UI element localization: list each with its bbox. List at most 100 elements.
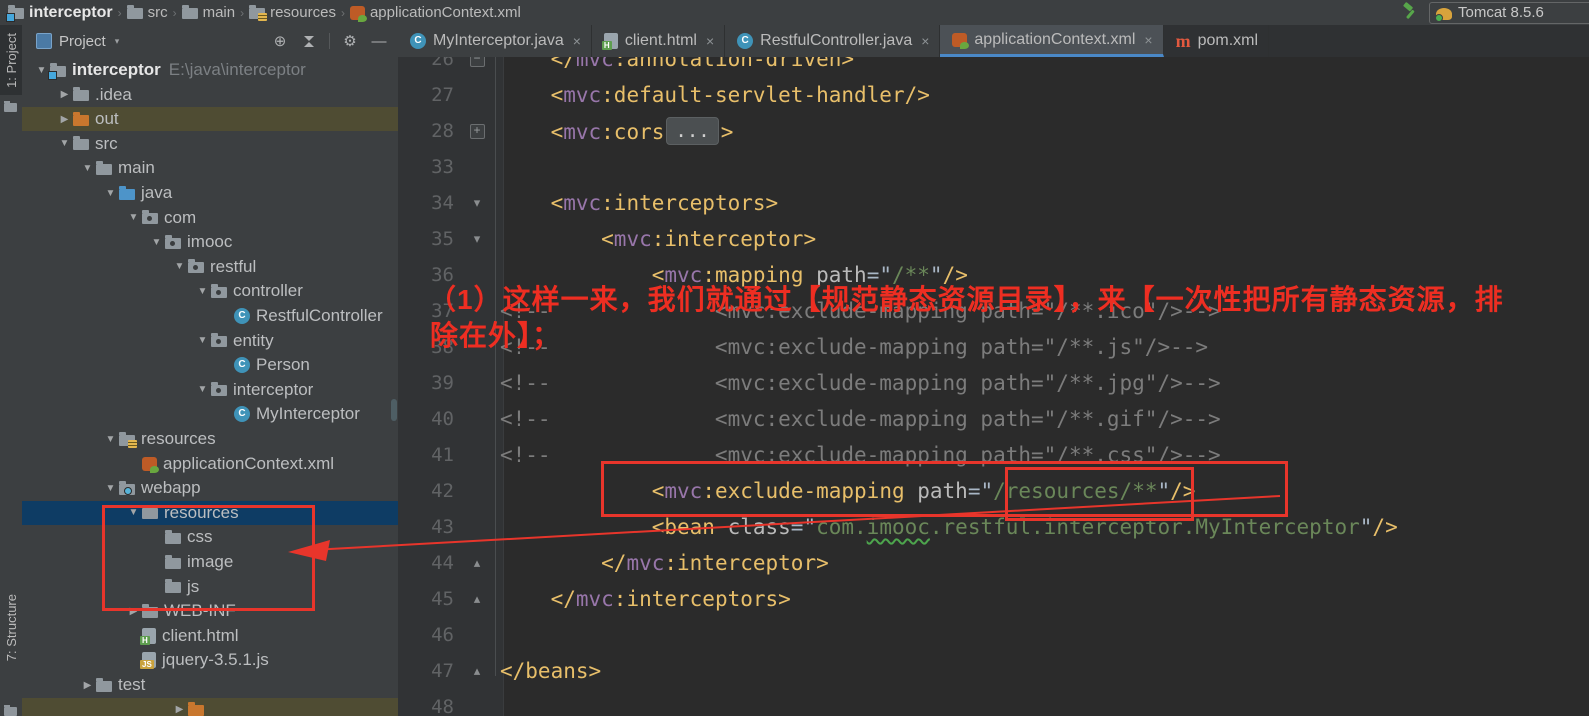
close-icon[interactable]: × <box>921 33 929 49</box>
code-line-44[interactable]: 44 ▴ </mvc:interceptor> <box>398 545 1589 581</box>
fold-marker-icon[interactable]: ▴ <box>454 555 500 571</box>
tree-item-com[interactable]: ▼ com <box>22 206 398 230</box>
tree-item-restful[interactable]: ▼ restful <box>22 255 398 279</box>
tab-applicationcontext-xml[interactable]: applicationContext.xml × <box>940 25 1164 57</box>
chevron-collapsed-icon[interactable]: ▶ <box>125 606 142 617</box>
fold-marker-icon[interactable]: ▾ <box>454 195 500 211</box>
tree-item-webapp[interactable]: ▼ webapp <box>22 476 398 500</box>
tab-restfulcontroller-java[interactable]: C RestfulController.java × <box>725 25 941 57</box>
tree-item-person[interactable]: C Person <box>22 353 398 377</box>
code-line-34[interactable]: 34 ▾ <mvc:interceptors> <box>398 185 1589 221</box>
breadcrumb-item-main[interactable]: main <box>181 4 235 21</box>
fold-plus-icon[interactable]: + <box>469 123 485 139</box>
build-hammer-icon[interactable] <box>1401 1 1419 24</box>
fold-marker-icon[interactable]: ▴ <box>454 591 500 607</box>
chevron-expanded-icon[interactable]: ▼ <box>125 507 142 518</box>
tree-item-imooc[interactable]: ▼ imooc <box>22 230 398 254</box>
fold-down-icon[interactable]: ▾ <box>474 195 481 211</box>
chevron-expanded-icon[interactable]: ▼ <box>194 286 211 297</box>
folded-region[interactable]: ... <box>666 117 719 145</box>
tab-client-html[interactable]: client.html × <box>592 25 726 57</box>
hide-panel-icon[interactable]: — <box>368 33 390 50</box>
code-line-47[interactable]: 47 ▴ </beans> <box>398 653 1589 689</box>
tab-myinterceptor-java[interactable]: C MyInterceptor.java × <box>398 25 592 57</box>
close-icon[interactable]: × <box>573 33 581 49</box>
chevron-expanded-icon[interactable]: ▼ <box>79 163 96 174</box>
code-line-46[interactable]: 46 <box>398 617 1589 653</box>
tree-item-client-html[interactable]: client.html <box>22 624 398 648</box>
chevron-down-icon[interactable]: ▾ <box>115 36 120 47</box>
fold-marker-icon[interactable]: ▴ <box>454 663 500 679</box>
collapse-all-icon[interactable] <box>298 35 320 47</box>
code-line-43[interactable]: 43 <bean class="com.imooc.restful.interc… <box>398 509 1589 545</box>
tree-item-resources[interactable]: ▼ resources <box>22 427 398 451</box>
chevron-collapsed-icon[interactable]: ▶ <box>79 680 96 691</box>
tree-item-myinterceptor[interactable]: C MyInterceptor <box>22 402 398 426</box>
code-line-28[interactable]: 28 + <mvc:cors... > <box>398 113 1589 149</box>
breadcrumb-item-applicationcontext-xml[interactable]: applicationContext.xml <box>349 4 521 22</box>
tree-item-js[interactable]: js <box>22 575 398 599</box>
code-line-27[interactable]: 27 <mvc:default-servlet-handler/> <box>398 77 1589 113</box>
code-line-41[interactable]: 41 <!-- <mvc:exclude-mapping path="/**.cs… <box>398 437 1589 473</box>
fold-up-icon[interactable]: ▴ <box>474 663 481 679</box>
fold-marker-icon[interactable]: − <box>454 57 500 67</box>
chevron-collapsed-icon[interactable]: ▶ <box>56 89 73 100</box>
fold-marker-icon[interactable]: + <box>454 123 500 139</box>
tree-item-web-inf[interactable]: ▶ WEB-INF <box>22 599 398 623</box>
code-line-39[interactable]: 39 <!-- <mvc:exclude-mapping path="/**.jp… <box>398 365 1589 401</box>
toolwindow-button-structure[interactable]: 7: Structure <box>0 573 22 683</box>
fold-up-icon[interactable]: ▴ <box>474 591 481 607</box>
chevron-expanded-icon[interactable]: ▼ <box>194 335 211 346</box>
tree-item-java[interactable]: ▼ java <box>22 181 398 205</box>
fold-minus-icon[interactable]: − <box>469 57 485 67</box>
code-line-42[interactable]: 42 <mvc:exclude-mapping path="/resources… <box>398 473 1589 509</box>
chevron-expanded-icon[interactable]: ▼ <box>102 483 119 494</box>
code-line-45[interactable]: 45 ▴ </mvc:interceptors> <box>398 581 1589 617</box>
breadcrumb-item-resources[interactable]: resources <box>249 4 336 21</box>
tab-pom-xml[interactable]: m pom.xml <box>1163 25 1270 57</box>
fold-up-icon[interactable]: ▴ <box>474 555 481 571</box>
code-line-36[interactable]: 36 <mvc:mapping path="/**"/> <box>398 257 1589 293</box>
code-editor[interactable]: 26− </mvc:annotation-driven> 27 <mvc:defa… <box>398 57 1589 716</box>
breadcrumb-item-interceptor[interactable]: interceptor <box>6 4 113 22</box>
tree-item-main[interactable]: ▼ main <box>22 156 398 180</box>
chevron-expanded-icon[interactable]: ▼ <box>56 138 73 149</box>
breadcrumb-item-src[interactable]: src <box>126 4 168 21</box>
chevron-collapsed-icon[interactable]: ▶ <box>56 114 73 125</box>
locate-file-icon[interactable]: ⊕ <box>269 32 291 50</box>
run-configuration-select[interactable]: Tomcat 8.5.6 <box>1429 1 1589 24</box>
tree-item-image[interactable]: image <box>22 550 398 574</box>
tree-item-restfulcontroller[interactable]: C RestfulController <box>22 304 398 328</box>
tree-item-resources[interactable]: ▼ resources <box>22 500 398 525</box>
tree-item-jquery-3-5-1-js[interactable]: jquery-3.5.1.js <box>22 648 398 672</box>
close-icon[interactable]: × <box>706 33 714 49</box>
gear-icon[interactable]: ⚙ <box>339 32 361 50</box>
code-line-26[interactable]: 26 − </mvc:annotation-driven> <box>398 57 1589 77</box>
tree-item-out[interactable]: ▶ out <box>22 107 398 132</box>
code-line-33[interactable]: 33 <box>398 149 1589 185</box>
tree-item-css[interactable]: css <box>22 525 398 549</box>
chevron-expanded-icon[interactable]: ▼ <box>102 434 119 445</box>
tree-item-entity[interactable]: ▼ entity <box>22 329 398 353</box>
chevron-expanded-icon[interactable]: ▼ <box>102 188 119 199</box>
tree-item-partial[interactable]: ▶ <box>22 697 398 716</box>
chevron-expanded-icon[interactable]: ▼ <box>125 212 142 223</box>
code-line-40[interactable]: 40 <!-- <mvc:exclude-mapping path="/**.gi… <box>398 401 1589 437</box>
toolwindow-button-project[interactable]: 1: Project <box>0 25 22 95</box>
tree-item-interceptor[interactable]: ▼ interceptor <box>22 378 398 402</box>
tree-item-interceptor[interactable]: ▼ interceptor E:\java\interceptor <box>22 58 398 82</box>
chevron-expanded-icon[interactable]: ▼ <box>171 261 188 272</box>
tree-item-test[interactable]: ▶ test <box>22 673 398 697</box>
code-line-38[interactable]: 38 <!-- <mvc:exclude-mapping path="/**.js… <box>398 329 1589 365</box>
project-panel-title[interactable]: Project <box>59 33 106 50</box>
code-line-48[interactable]: 48 <box>398 689 1589 716</box>
code-line-35[interactable]: 35 ▾ <mvc:interceptor> <box>398 221 1589 257</box>
tree-item-src[interactable]: ▼ src <box>22 132 398 156</box>
fold-down-icon[interactable]: ▾ <box>474 231 481 247</box>
code-line-37[interactable]: 37 <!-- <mvc:exclude-mapping path="/**.ic… <box>398 293 1589 329</box>
tree-item-applicationcontext-xml[interactable]: applicationContext.xml <box>22 452 398 476</box>
chevron-collapsed-icon[interactable]: ▶ <box>171 704 188 715</box>
tree-item-controller[interactable]: ▼ controller <box>22 279 398 303</box>
chevron-expanded-icon[interactable]: ▼ <box>194 384 211 395</box>
chevron-expanded-icon[interactable]: ▼ <box>148 237 165 248</box>
